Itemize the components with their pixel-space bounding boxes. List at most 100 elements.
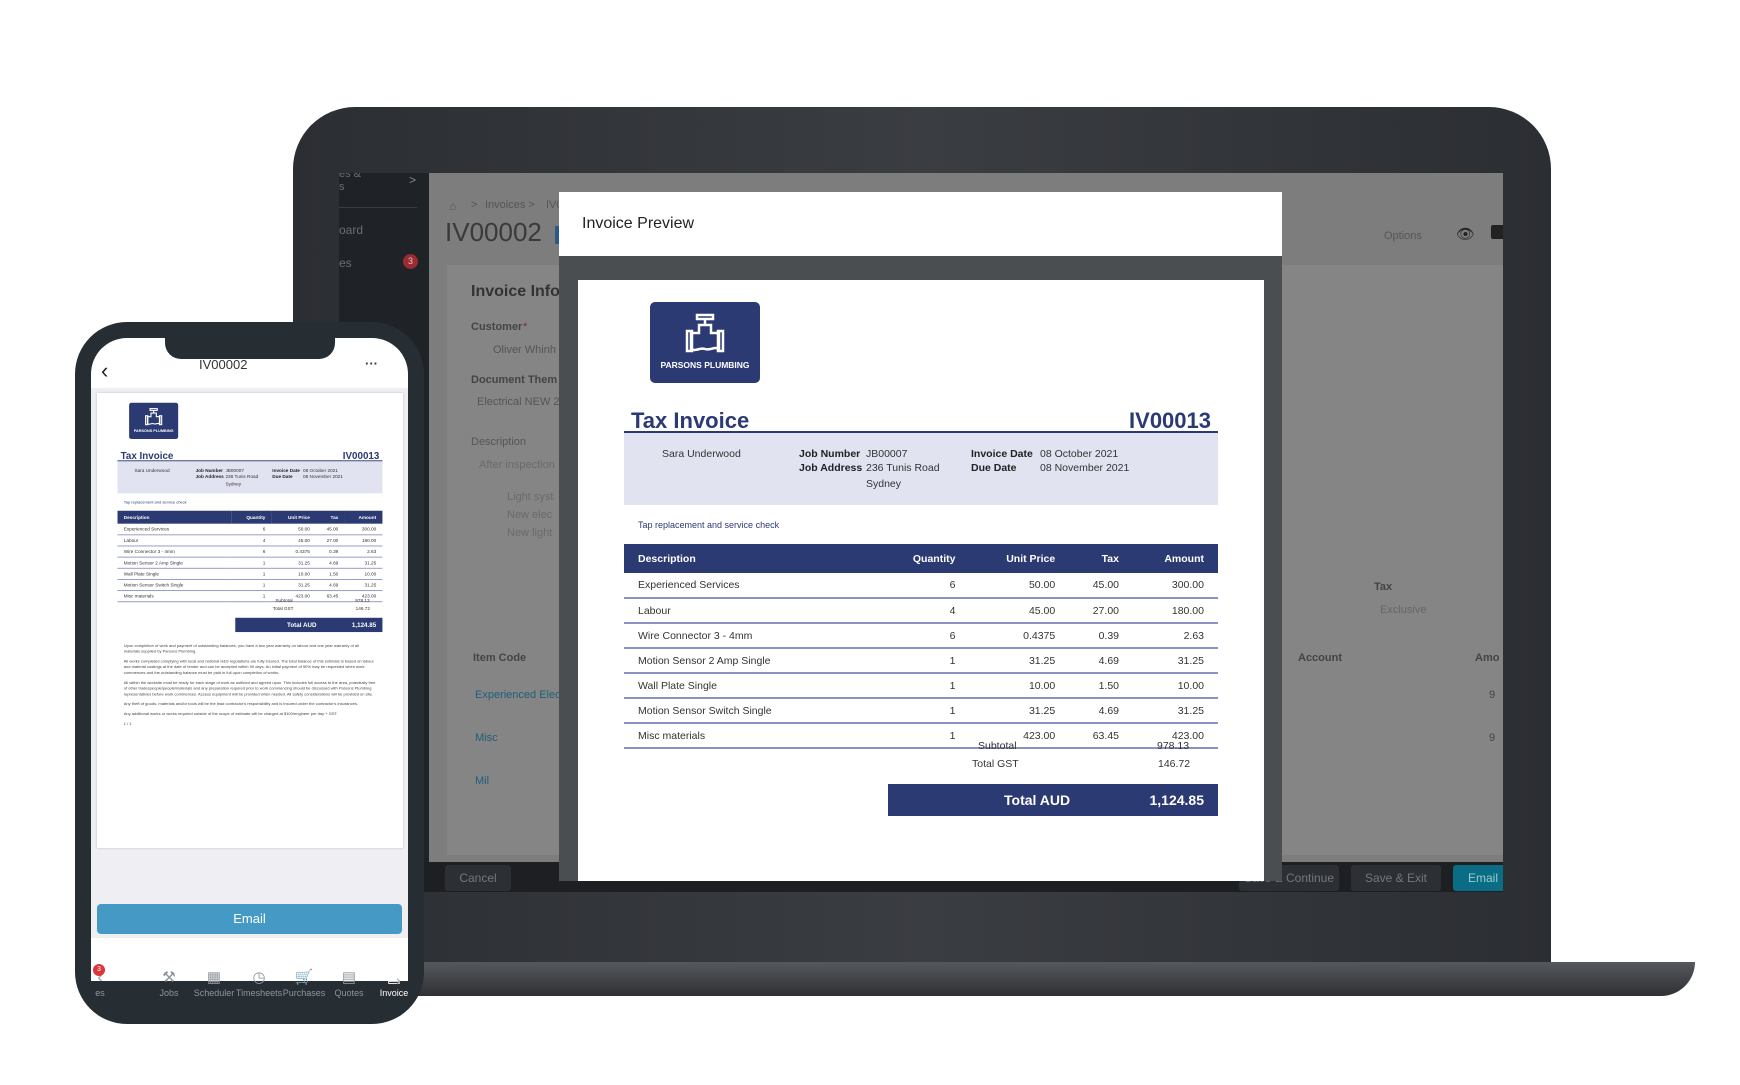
terms-paragraph: All within the worksite must be ready fo…	[123, 680, 376, 697]
invoice-note: Tap replacement and service check	[123, 500, 187, 505]
email-button[interactable]: Email	[1453, 865, 1503, 891]
brand-name: PARSONS PLUMBING	[133, 428, 174, 434]
company-logo: PARSONS PLUMBING	[650, 302, 760, 383]
sidebar-divider	[339, 207, 417, 208]
nav-item-jobs[interactable]: ⚒ Jobs	[144, 968, 194, 998]
table-cell: 63.45	[316, 590, 345, 603]
customer-field[interactable]: Oliver Whinh	[493, 344, 556, 356]
notification-badge: 3	[403, 254, 418, 269]
hammer-icon: ⚒	[162, 969, 176, 986]
table-cell: 27.00	[316, 534, 345, 547]
job-address-line: 236 Tunis Road	[866, 462, 940, 474]
phone-title: IV00002	[199, 357, 248, 372]
valve-icon	[685, 313, 725, 353]
table-row: Experienced Services 6 50.00 45.00 300.00	[117, 523, 383, 536]
gst-value: 146.72	[355, 606, 371, 612]
customer-name: Sara Underwood	[134, 467, 170, 474]
table-cell: 1	[879, 723, 970, 749]
table-cell: 31.25	[271, 557, 317, 569]
breadcrumb-separator: >	[471, 199, 478, 211]
table-cell: Wire Connector 3 - 4mm	[624, 623, 880, 649]
table-cell: 0.39	[1069, 623, 1133, 649]
print-icon[interactable]	[1491, 225, 1503, 239]
modal-title: Invoice Preview	[559, 192, 1282, 256]
item-row-link[interactable]: Mil	[475, 775, 489, 787]
subtotal-value: 978.13	[1157, 740, 1190, 752]
nav-item-scheduler[interactable]: ▦ Scheduler	[189, 968, 239, 998]
table-cell: 2.63	[1133, 623, 1218, 649]
cancel-button[interactable]: Cancel	[445, 865, 511, 891]
row-amount: 9	[1489, 689, 1496, 701]
item-code-header[interactable]: Item Code	[473, 652, 526, 664]
save-exit-button[interactable]: Save & Exit	[1351, 865, 1441, 891]
column-header: Unit Price	[969, 544, 1070, 573]
nav-item-purchases[interactable]: 🛒 Purchases	[279, 968, 329, 998]
nav-item-quotes[interactable]: ▤ Quotes	[324, 968, 374, 998]
table-cell: 4.69	[316, 579, 345, 592]
job-number: JB00007	[225, 467, 244, 474]
table-row: Misc materials 1 423.00 63.45 423.00	[624, 723, 1218, 749]
table-cell: 6	[879, 623, 970, 649]
table-cell: 1	[879, 673, 970, 699]
column-header: Quantity	[879, 544, 970, 573]
preview-eye-icon[interactable]: 👁	[1456, 225, 1475, 243]
table-cell: 300.00	[344, 523, 383, 536]
tax-field[interactable]: Exclusive	[1380, 604, 1426, 616]
table-row: Labour 4 45.00 27.00 180.00	[624, 598, 1218, 624]
invoice-info-block: Sara Underwood Job Number JB00007 Job Ad…	[117, 460, 383, 494]
account-header[interactable]: Account	[1298, 652, 1342, 664]
subtotal-label: Subtotal	[275, 598, 293, 604]
column-header: Unit Price	[271, 510, 317, 524]
description-field[interactable]: After inspection	[479, 459, 555, 471]
table-cell: 63.45	[1069, 723, 1133, 749]
invoice-preview-thumbnail[interactable]: PARSONS PLUMBING Tax Invoice IV00013 Sar…	[97, 393, 403, 848]
nav-label: Invoice	[379, 988, 409, 998]
home-icon[interactable]: ⌂	[449, 199, 456, 213]
nav-label: Quotes	[334, 988, 364, 998]
table-row: Wire Connector 3 - 4mm 6 0.4375 0.39 2.63	[117, 545, 383, 558]
back-chevron-icon[interactable]: ‹	[101, 358, 108, 384]
document-theme-field[interactable]: Electrical NEW 2	[477, 396, 560, 408]
table-cell: 45.00	[969, 598, 1070, 624]
table-cell: 31.25	[969, 648, 1070, 674]
terms-text: Upon completion of work and payment of o…	[124, 643, 376, 731]
sidebar-collapse-icon[interactable]: >	[409, 173, 416, 187]
document-theme-label: Document Them	[471, 374, 558, 386]
email-button[interactable]: Email	[97, 904, 402, 934]
sidebar-item-label[interactable]: es	[339, 256, 352, 270]
table-cell: 31.25	[271, 579, 317, 592]
item-row-link[interactable]: Misc	[475, 732, 498, 744]
chevron-right-icon[interactable]: ›	[396, 972, 401, 988]
sidebar-item-dashboard[interactable]: oard	[339, 223, 363, 237]
column-header: Description	[117, 510, 232, 524]
clock-icon: ◷	[252, 969, 266, 986]
invoice-document: PARSONS PLUMBING Tax Invoice IV00013 Sar…	[97, 393, 403, 848]
subtotal-label: Subtotal	[978, 740, 1017, 752]
total-bar: Total AUD 1,124.85	[888, 784, 1218, 816]
table-cell: 31.25	[1133, 648, 1218, 674]
table-cell: Misc materials	[624, 723, 880, 749]
column-header: Tax	[316, 510, 345, 524]
job-address-line: 236 Tunis Road	[225, 474, 259, 480]
table-row: Wall Plate Single 1 10.00 1.50 10.00	[624, 673, 1218, 699]
description-bullet: New elec	[507, 509, 553, 521]
sidebar-item-label[interactable]: s	[339, 181, 345, 193]
table-cell: 1	[879, 698, 970, 724]
breadcrumb-invoices[interactable]: Invoices >	[485, 199, 535, 211]
amount-header[interactable]: Amo	[1475, 652, 1499, 664]
calculator-icon: ▤	[341, 969, 357, 986]
options-dropdown[interactable]: Options	[1384, 230, 1422, 242]
table-cell: 180.00	[344, 534, 383, 547]
table-cell: 10.00	[344, 568, 383, 580]
invoice-date: 08 October 2021	[1040, 448, 1119, 460]
more-menu-icon[interactable]: ···	[365, 356, 378, 371]
table-cell: Labour	[117, 534, 232, 547]
table-cell: Experienced Services	[117, 523, 232, 536]
table-cell: 45.00	[1069, 573, 1133, 599]
nav-item-invoice[interactable]: ▤ Invoice	[369, 968, 419, 998]
description-bullet: New light	[507, 527, 553, 539]
description-bullet: Light syst	[507, 491, 554, 503]
item-row-link[interactable]: Experienced Elec	[475, 689, 561, 701]
nav-item-timesheets[interactable]: ◷ Timesheets	[234, 968, 284, 998]
due-date-label: Due Date	[971, 462, 1017, 474]
